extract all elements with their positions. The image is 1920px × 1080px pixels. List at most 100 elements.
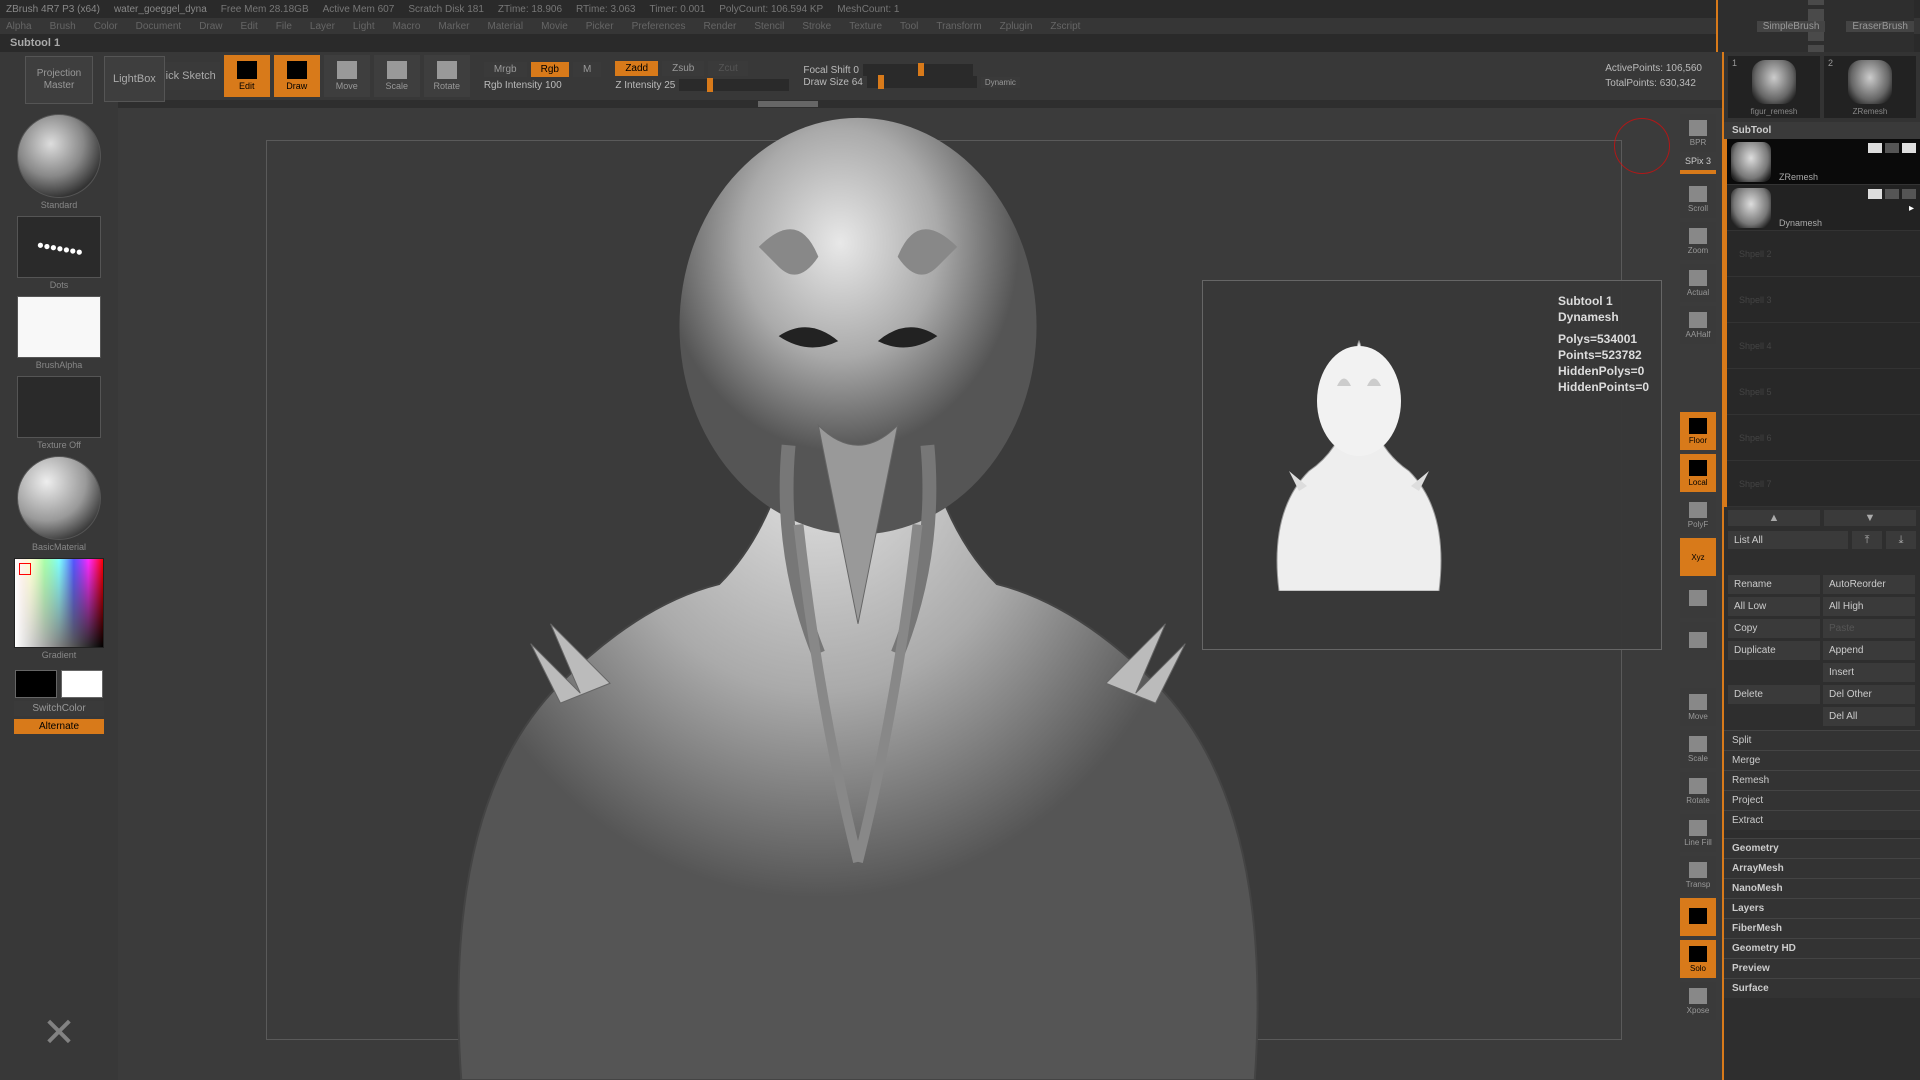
subtool-empty-slot[interactable]: Shpell 7 [1727, 461, 1920, 507]
lightbox-button[interactable]: LightBox [104, 56, 165, 102]
persp-button[interactable] [1680, 580, 1716, 618]
merge-section[interactable]: Merge [1724, 750, 1920, 770]
surface-section[interactable]: Surface [1724, 978, 1920, 998]
nav-scale-button[interactable]: Scale [1680, 730, 1716, 768]
alpha-preview[interactable] [17, 296, 101, 358]
menu-color[interactable]: Color [94, 21, 118, 32]
menu-alpha[interactable]: Alpha [6, 21, 32, 32]
spix-label[interactable]: SPix 3 [1680, 156, 1716, 168]
menu-stencil[interactable]: Stencil [754, 21, 784, 32]
subtool-empty-slot[interactable]: Shpell 5 [1727, 369, 1920, 415]
floor-button[interactable]: Floor [1680, 412, 1716, 450]
color-swatch-primary[interactable] [61, 670, 103, 698]
alternate-button[interactable]: Alternate [14, 719, 104, 734]
edit-button[interactable]: Edit [224, 55, 270, 97]
eye-icon[interactable] [1902, 143, 1916, 153]
nanomesh-section[interactable]: NanoMesh [1724, 878, 1920, 898]
rgb-button[interactable]: Rgb [531, 62, 569, 77]
eraserbrush-button[interactable]: EraserBrush [1846, 21, 1914, 32]
draw-button[interactable]: Draw [274, 55, 320, 97]
texture-preview[interactable] [17, 376, 101, 438]
projection-master-button[interactable]: Projection Master [25, 56, 93, 104]
zcut-button[interactable]: Zcut [708, 61, 747, 76]
aahalf-button[interactable]: AAHalf [1680, 306, 1716, 344]
zadd-button[interactable]: Zadd [615, 61, 658, 76]
subtool-empty-slot[interactable]: Shpell 4 [1727, 323, 1920, 369]
z-intensity-slider[interactable]: Z Intensity 25 [615, 79, 789, 91]
linefill-button[interactable]: Line Fill [1680, 814, 1716, 852]
zoom-button[interactable]: Zoom [1680, 222, 1716, 260]
split-section[interactable]: Split [1724, 730, 1920, 750]
stroke-preview[interactable] [17, 216, 101, 278]
subtool-item-2[interactable]: Dynamesh ▸ [1727, 185, 1920, 231]
local-button[interactable]: Local [1680, 454, 1716, 492]
menu-edit[interactable]: Edit [241, 21, 258, 32]
switchcolor-button[interactable]: SwitchColor [14, 701, 104, 716]
allhigh-button[interactable]: All High [1823, 597, 1915, 616]
move-down-button[interactable]: ▼ [1824, 510, 1916, 526]
solo-button[interactable]: Solo [1680, 940, 1716, 978]
menu-tool[interactable]: Tool [900, 21, 918, 32]
rename-button[interactable]: Rename [1728, 575, 1820, 594]
menu-texture[interactable]: Texture [849, 21, 882, 32]
draw-size-slider[interactable]: Draw Size 64 Dynamic [803, 76, 1020, 88]
menu-zscript[interactable]: Zscript [1050, 21, 1080, 32]
rotate-button[interactable]: Rotate [424, 55, 470, 97]
frame-button[interactable] [1680, 622, 1716, 660]
move-bottom-button[interactable]: ⤓ [1886, 531, 1916, 549]
arraymesh-section[interactable]: ArrayMesh [1724, 858, 1920, 878]
scale-button[interactable]: Scale [374, 55, 420, 97]
delall-button[interactable]: Del All [1823, 707, 1915, 726]
menu-document[interactable]: Document [136, 21, 182, 32]
rgb-intensity-slider[interactable]: Rgb Intensity 100 [484, 80, 602, 91]
listall-button[interactable]: List All [1728, 531, 1848, 549]
polyf-button[interactable]: PolyF [1680, 496, 1716, 534]
alllow-button[interactable]: All Low [1728, 597, 1820, 616]
copy-button[interactable]: Copy [1728, 619, 1820, 638]
simplebrush-button[interactable]: SimpleBrush [1757, 21, 1826, 32]
gradient-label[interactable]: Gradient [42, 650, 77, 660]
menu-preferences[interactable]: Preferences [632, 21, 686, 32]
remesh-section[interactable]: Remesh [1724, 770, 1920, 790]
scroll-button[interactable]: Scroll [1680, 180, 1716, 218]
move-top-button[interactable]: ⤒ [1852, 531, 1882, 549]
mrgb-button[interactable]: Mrgb [484, 62, 527, 77]
move-button[interactable]: Move [324, 55, 370, 97]
menu-brush[interactable]: Brush [50, 21, 76, 32]
project-section[interactable]: Project [1724, 790, 1920, 810]
polypaint-icon[interactable] [1885, 189, 1899, 199]
menu-file[interactable]: File [276, 21, 292, 32]
menu-transform[interactable]: Transform [936, 21, 981, 32]
eye-icon[interactable] [1902, 189, 1916, 199]
fibermesh-section[interactable]: FiberMesh [1724, 918, 1920, 938]
menu-macro[interactable]: Macro [393, 21, 421, 32]
move-up-button[interactable]: ▲ [1728, 510, 1820, 526]
subtool-empty-slot[interactable]: Shpell 3 [1727, 277, 1920, 323]
actual-button[interactable]: Actual [1680, 264, 1716, 302]
extract-section[interactable]: Extract [1724, 810, 1920, 830]
append-button[interactable]: Append [1823, 641, 1915, 660]
xpose-button[interactable]: Xpose [1680, 982, 1716, 1020]
menu-picker[interactable]: Picker [586, 21, 614, 32]
bpr-button[interactable]: BPR [1680, 114, 1716, 152]
tool-preview-1[interactable]: 1 figur_remesh [1728, 56, 1820, 118]
m-button[interactable]: M [573, 62, 601, 77]
dynamic-button[interactable]: Dynamic [981, 77, 1020, 88]
menu-material[interactable]: Material [488, 21, 524, 32]
duplicate-button[interactable]: Duplicate [1728, 641, 1820, 660]
nav-move-button[interactable]: Move [1680, 688, 1716, 726]
delother-button[interactable]: Del Other [1823, 685, 1915, 704]
geometryhd-section[interactable]: Geometry HD [1724, 938, 1920, 958]
visibility-icon[interactable] [1868, 143, 1882, 153]
layout-icon[interactable] [1808, 0, 1824, 5]
zsub-button[interactable]: Zsub [662, 61, 704, 76]
menu-marker[interactable]: Marker [438, 21, 469, 32]
menu-render[interactable]: Render [704, 21, 737, 32]
subtool-empty-slot[interactable]: Shpell 6 [1727, 415, 1920, 461]
subtool-empty-slot[interactable]: Shpell 2 [1727, 231, 1920, 277]
tool-preview-2[interactable]: 2 ZRemesh [1824, 56, 1916, 118]
preview-section[interactable]: Preview [1724, 958, 1920, 978]
nav-rotate-button[interactable]: Rotate [1680, 772, 1716, 810]
menu-movie[interactable]: Movie [541, 21, 568, 32]
viewport-canvas[interactable]: Subtool 1 Dynamesh Polys=534001 Points=5… [118, 108, 1722, 1080]
